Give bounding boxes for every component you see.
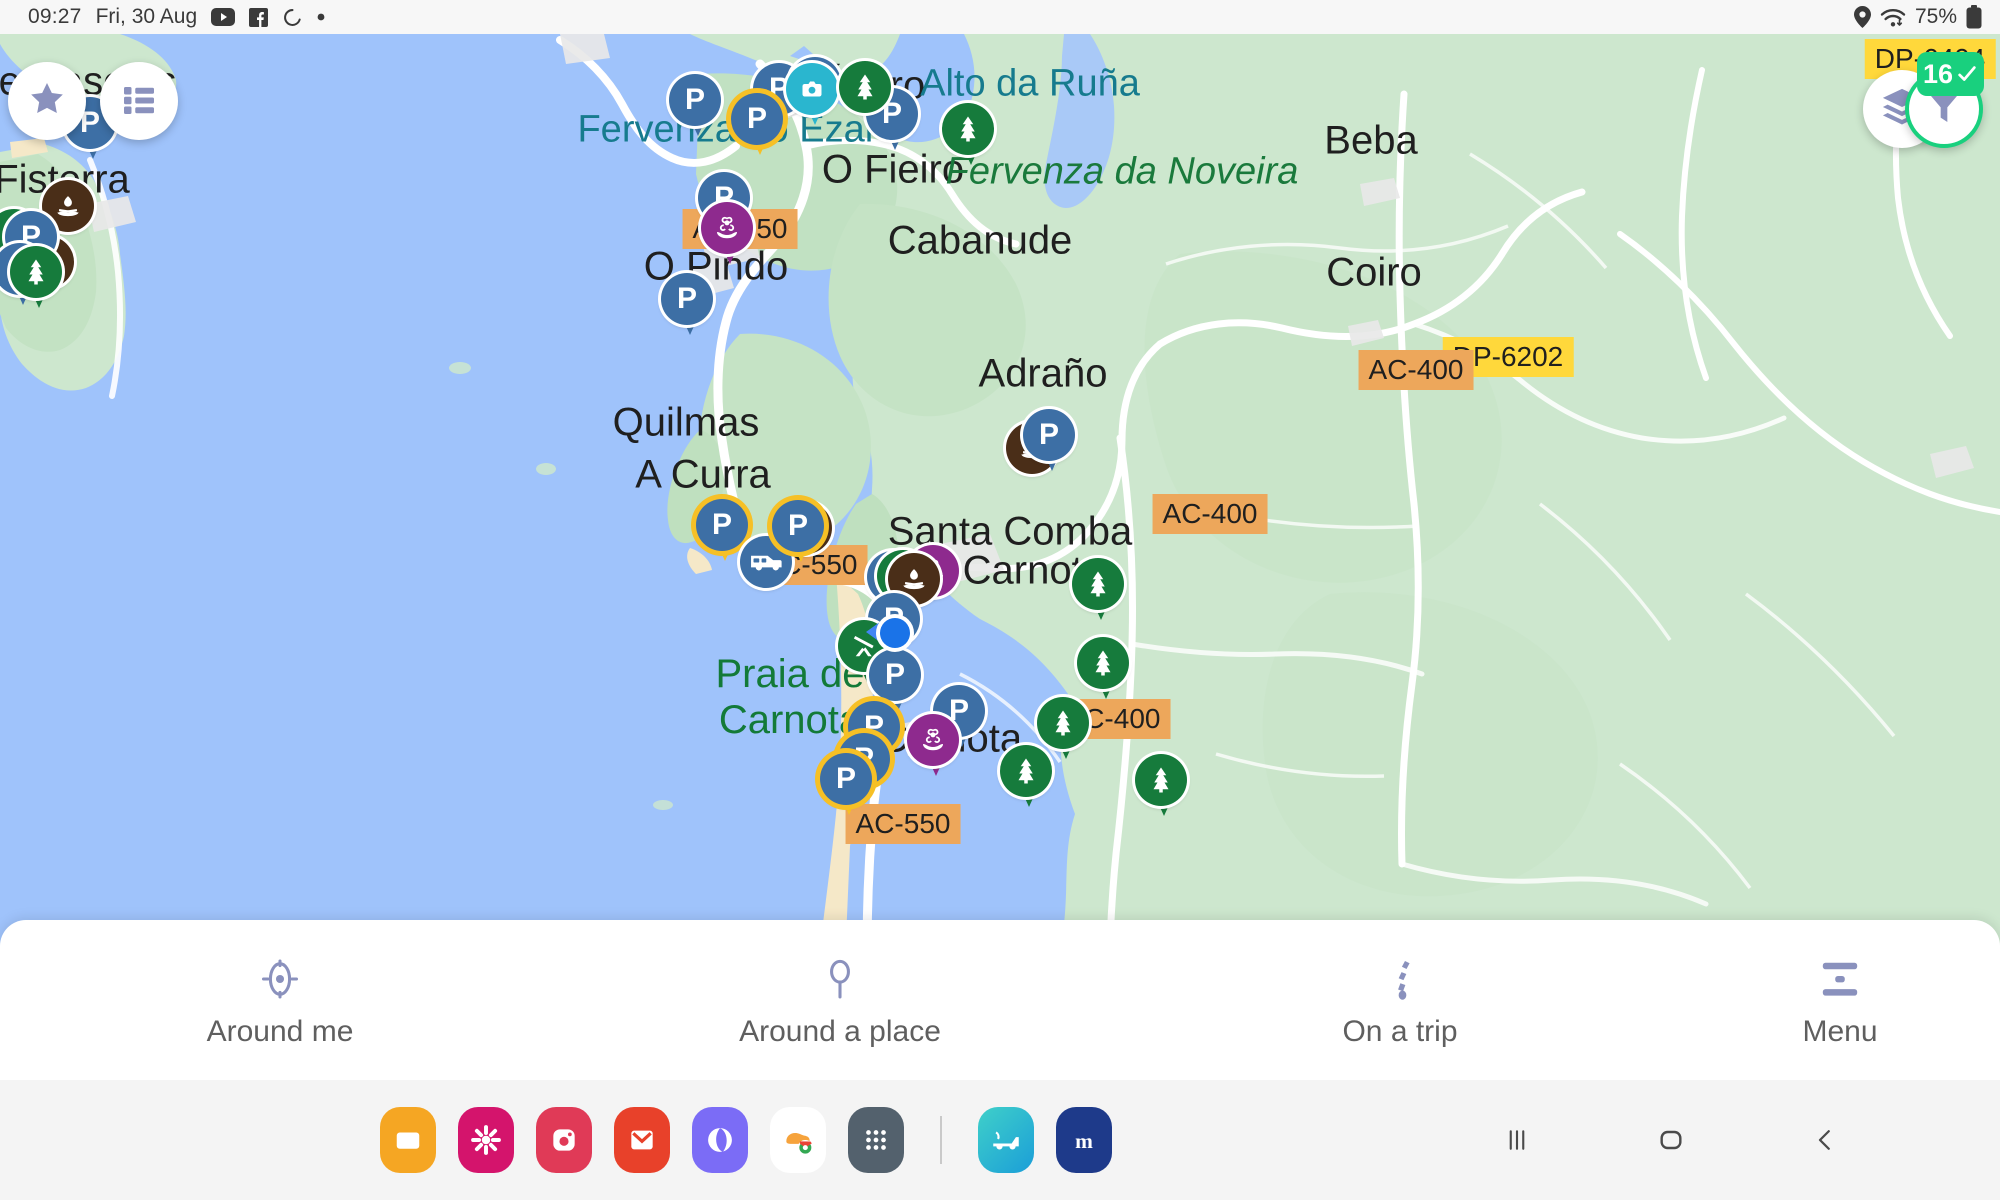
spa-icon: [907, 714, 959, 780]
samsung-internet-app-icon[interactable]: [692, 1107, 748, 1173]
tree-icon: [1077, 637, 1129, 703]
star-icon: [27, 79, 67, 124]
tree-icon: [1072, 558, 1124, 624]
wellness-marker[interactable]: [701, 202, 753, 268]
P-icon: P: [669, 74, 721, 140]
sync-icon: [282, 7, 303, 28]
road-shield: AC-400: [1358, 350, 1474, 390]
filter-count-badge: 16: [1917, 52, 1985, 96]
P-icon: P: [731, 93, 783, 159]
battery-icon: [1966, 5, 1982, 29]
status-bar-left: 09:27 Fri, 30 Aug: [0, 5, 325, 29]
android-taskbar: m: [0, 1080, 2000, 1200]
filter-button[interactable]: 16: [1905, 52, 1985, 148]
photo-editor-app-icon[interactable]: [458, 1107, 514, 1173]
tree-icon: [942, 103, 994, 169]
instagram-app-icon[interactable]: [536, 1107, 592, 1173]
screen: 09:27 Fri, 30 Aug 75% escaselas Fervenza…: [0, 0, 2000, 1200]
status-time: 09:27: [28, 5, 82, 28]
camera-icon: [786, 63, 838, 129]
P-icon: P: [661, 273, 713, 339]
tree-icon: [839, 61, 891, 113]
youtube-icon: [211, 8, 236, 26]
taskbar-nav-buttons: [1492, 1115, 2000, 1165]
paid-parking-marker[interactable]: P: [772, 500, 824, 566]
tree-icon: [10, 246, 62, 312]
forest-marker[interactable]: [942, 103, 994, 169]
status-bar: 09:27 Fri, 30 Aug 75%: [0, 0, 2000, 34]
maps-app-icon[interactable]: m: [1056, 1107, 1112, 1173]
map-label: Coiro: [1326, 250, 1422, 295]
filter-count: 16: [1923, 58, 1954, 89]
check-icon: [1958, 66, 1976, 81]
paid-parking-marker[interactable]: P: [820, 753, 872, 819]
map-label: Cabanude: [887, 218, 1073, 263]
bottom-nav-around-me[interactable]: Around me: [0, 951, 560, 1049]
list-icon: [121, 81, 157, 122]
dot-icon: [317, 13, 325, 21]
parking-marker[interactable]: P: [1023, 409, 1075, 475]
hamburger-icon: [1817, 951, 1863, 1007]
mail-app-icon[interactable]: [614, 1107, 670, 1173]
back-button[interactable]: [1800, 1115, 1850, 1165]
facebook-icon: [249, 7, 269, 27]
viewpoint-marker[interactable]: [786, 63, 838, 129]
files-app-icon[interactable]: [380, 1107, 436, 1173]
battery-percent: 75%: [1914, 5, 1957, 28]
chrome-drive-app-icon[interactable]: [770, 1107, 826, 1173]
tree-icon: [1135, 754, 1187, 820]
bottom-sheet: Around me Around a place On a trip Menu: [0, 920, 2000, 1080]
map-label: Beba: [1324, 118, 1418, 163]
forest-marker[interactable]: [1077, 637, 1129, 703]
forest-marker[interactable]: [1135, 754, 1187, 820]
crosshair-icon: [257, 951, 303, 1007]
parking-marker[interactable]: P: [661, 273, 713, 339]
tree-icon: [1000, 745, 1052, 811]
taskbar-apps: m: [380, 1107, 1112, 1173]
home-button[interactable]: [1646, 1115, 1696, 1165]
forest-marker[interactable]: [839, 61, 891, 113]
map-label: Adraño: [978, 351, 1108, 396]
wellness-marker[interactable]: [907, 714, 959, 780]
map-label: A Curra: [635, 452, 771, 497]
map-pin-icon: [817, 951, 863, 1007]
forest-marker[interactable]: [1000, 745, 1052, 811]
gps-location-dot: [880, 618, 910, 648]
P-icon: P: [772, 500, 824, 566]
recents-button[interactable]: [1492, 1115, 1542, 1165]
bottom-nav-label: Around me: [206, 1015, 354, 1048]
P-icon: P: [1023, 409, 1075, 475]
paid-parking-marker[interactable]: P: [731, 93, 783, 159]
map-label: Fervenza da Noveira: [945, 150, 1299, 193]
bottom-nav-on-a-trip[interactable]: On a trip: [1120, 951, 1680, 1049]
park4night-app-icon[interactable]: [978, 1107, 1034, 1173]
spa-icon: [701, 202, 753, 268]
taskbar-divider: [940, 1116, 942, 1164]
status-bar-right: 75%: [1853, 5, 2000, 29]
P-icon: P: [820, 753, 872, 819]
list-button[interactable]: [100, 62, 178, 140]
forest-marker[interactable]: [1072, 558, 1124, 624]
parking-marker[interactable]: P: [669, 74, 721, 140]
bottom-nav-around-a-place[interactable]: Around a place: [560, 951, 1120, 1049]
bottom-nav-label: Menu: [1802, 1015, 1878, 1048]
forest-marker[interactable]: [10, 246, 62, 312]
bottom-nav-menu[interactable]: Menu: [1680, 951, 2000, 1049]
favorites-button[interactable]: [8, 62, 86, 140]
map-label: Alto da Ruña: [920, 62, 1140, 105]
bottom-nav-label: On a trip: [1342, 1015, 1458, 1048]
status-date: Fri, 30 Aug: [95, 5, 198, 28]
app-drawer-icon[interactable]: [848, 1107, 904, 1173]
wifi-icon: [1880, 7, 1906, 28]
location-icon: [1853, 6, 1871, 28]
svg-text:m: m: [1075, 1129, 1093, 1153]
route-icon: [1377, 951, 1423, 1007]
road-shield: AC-400: [1152, 494, 1268, 534]
bottom-nav-label: Around a place: [739, 1015, 941, 1048]
map-label: Quilmas: [612, 400, 760, 445]
